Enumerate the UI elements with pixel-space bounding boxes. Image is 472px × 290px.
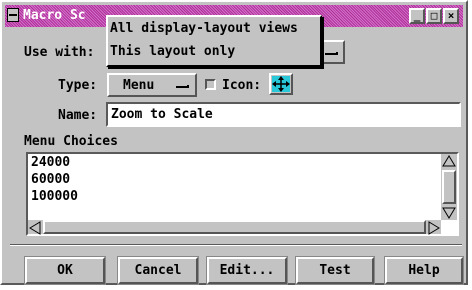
option-menu-indicator-icon	[176, 85, 189, 88]
type-option-button[interactable]: Menu	[107, 73, 197, 97]
vertical-scroll-thumb[interactable]	[442, 170, 456, 204]
system-menu-icon[interactable]	[7, 8, 19, 22]
minimize-button[interactable]: _	[409, 8, 425, 24]
type-label: Type:	[58, 78, 98, 93]
icon-label: Icon:	[222, 78, 262, 93]
name-label: Name:	[58, 108, 98, 123]
list-item[interactable]: 100000	[28, 188, 457, 205]
test-button[interactable]: Test	[295, 256, 375, 285]
icon-checkbox[interactable]	[205, 79, 216, 90]
menu-choices-list[interactable]: 24000 60000 100000	[26, 152, 459, 236]
help-button[interactable]: Help	[384, 256, 464, 285]
list-item[interactable]: 60000	[28, 171, 457, 188]
menu-item-all-views[interactable]: All display-layout views	[110, 21, 298, 36]
use-with-option-button[interactable]	[318, 40, 345, 64]
macro-script-window: Macro Sc _ □ × Use with: Type: Menu Icon…	[0, 0, 468, 285]
use-with-popup-menu: All display-layout views This layout onl…	[106, 15, 322, 67]
horizontal-scroll-thumb[interactable]	[43, 220, 426, 234]
close-button[interactable]: ×	[443, 8, 459, 24]
maximize-button[interactable]: □	[426, 8, 442, 24]
use-with-label: Use with:	[24, 45, 95, 60]
menu-choices-label: Menu Choices	[24, 134, 118, 149]
zoom-arrows-icon	[272, 76, 290, 92]
name-input[interactable]: Zoom to Scale	[106, 102, 461, 127]
list-item[interactable]: 24000	[28, 154, 457, 171]
option-menu-indicator-icon	[325, 52, 338, 55]
horizontal-scrollbar[interactable]	[28, 220, 441, 235]
window-title: Macro Sc	[23, 8, 86, 23]
icon-select-button[interactable]	[269, 73, 293, 95]
edit-button[interactable]: Edit...	[206, 256, 288, 285]
cancel-button[interactable]: Cancel	[117, 256, 199, 285]
menu-item-this-layout[interactable]: This layout only	[110, 44, 235, 59]
ok-button[interactable]: OK	[24, 256, 106, 285]
type-value: Menu	[123, 78, 155, 93]
vertical-scrollbar[interactable]	[441, 154, 457, 220]
separator	[10, 244, 462, 246]
